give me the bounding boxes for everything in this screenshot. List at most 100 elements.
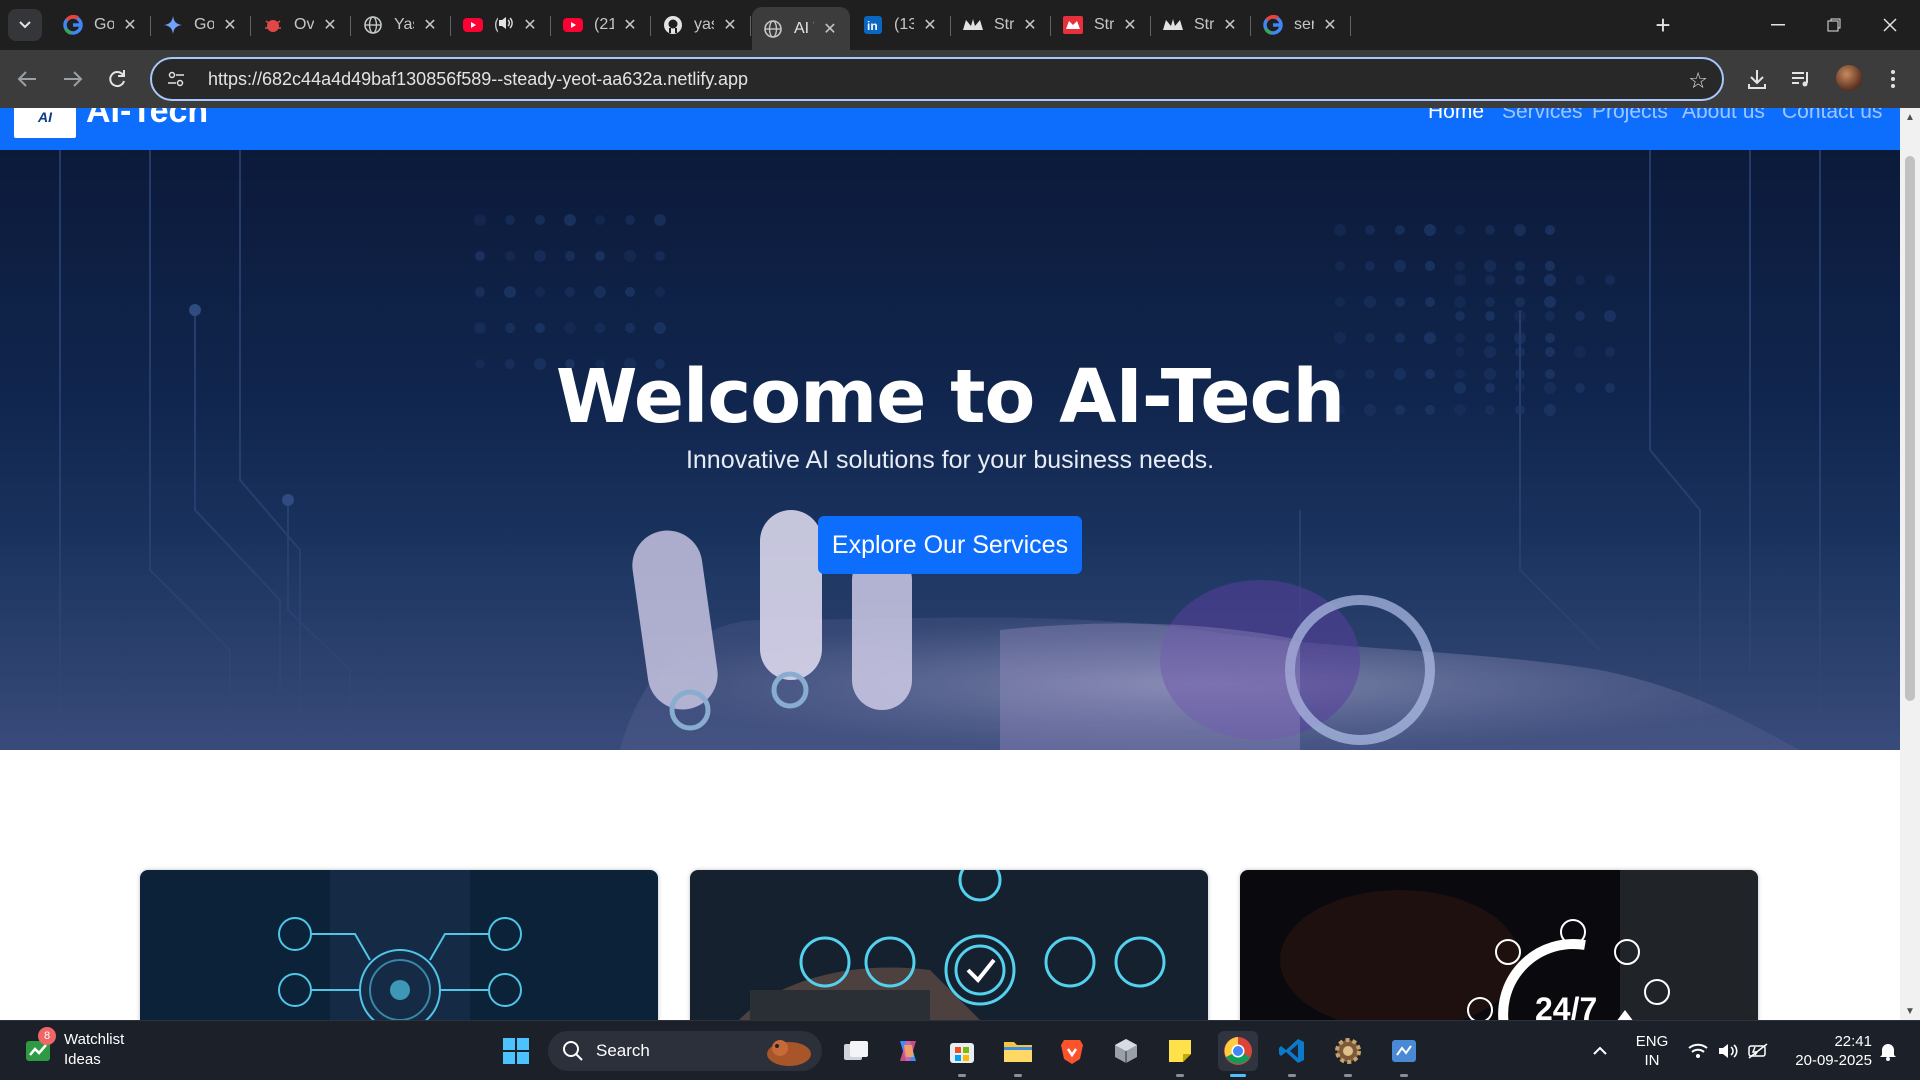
browser-tab[interactable]: senti ✕ — [1252, 7, 1351, 43]
nav-link-services[interactable]: Services — [1502, 108, 1583, 124]
nav-link-home[interactable]: Home — [1428, 108, 1484, 124]
browser-tab[interactable]: Goog ✕ — [152, 7, 251, 43]
browser-tab[interactable]: Over ✕ — [252, 7, 351, 43]
close-tab-icon[interactable]: ✕ — [720, 15, 740, 35]
chrome-icon — [1224, 1037, 1252, 1065]
close-tab-icon[interactable]: ✕ — [320, 15, 340, 35]
close-tab-icon[interactable]: ✕ — [420, 15, 440, 35]
close-tab-icon[interactable]: ✕ — [120, 15, 140, 35]
browser-tab[interactable]: yash ✕ — [652, 7, 751, 43]
taskbar-app-gear[interactable] — [1328, 1031, 1368, 1077]
forward-button[interactable] — [56, 62, 90, 96]
youtube-icon — [462, 14, 484, 36]
taskbar-unity[interactable] — [1106, 1031, 1146, 1071]
minimize-button[interactable] — [1750, 0, 1806, 50]
browser-tab[interactable]: Strea ✕ — [1152, 7, 1251, 43]
arrow-right-icon — [64, 71, 83, 87]
close-tab-icon[interactable]: ✕ — [1120, 15, 1140, 35]
explore-services-button[interactable]: Explore Our Services — [818, 516, 1082, 574]
close-tab-icon[interactable]: ✕ — [620, 15, 640, 35]
gemini-star-icon — [162, 14, 184, 36]
scroll-thumb[interactable] — [1905, 156, 1915, 701]
nav-link-contact[interactable]: Contact us — [1782, 108, 1882, 124]
address-bar[interactable]: https://682c44a4d49baf130856f589--steady… — [150, 57, 1724, 101]
media-control-icon[interactable] — [1786, 64, 1816, 94]
brave-lion-icon — [1061, 1040, 1083, 1064]
nav-link-projects[interactable]: Projects — [1592, 108, 1668, 124]
reload-button[interactable] — [100, 62, 134, 96]
card-image-ai — [140, 870, 658, 1020]
clock[interactable]: 22:41 20-09-2025 — [1780, 1032, 1872, 1070]
close-tab-icon[interactable]: ✕ — [820, 19, 840, 39]
page-scrollbar[interactable]: ▲ ▼ — [1900, 108, 1920, 1020]
menu-kebab-icon[interactable] — [1878, 64, 1908, 94]
clock-date: 20-09-2025 — [1795, 1052, 1872, 1069]
service-card-automation[interactable] — [690, 870, 1208, 1020]
close-tab-icon[interactable]: ✕ — [1020, 15, 1040, 35]
taskbar-brave[interactable] — [1052, 1031, 1092, 1071]
downloads-icon[interactable] — [1742, 64, 1772, 94]
new-tab-button[interactable]: + — [1648, 10, 1678, 40]
taskbar-chrome[interactable] — [1218, 1031, 1258, 1077]
chevron-down-icon — [19, 21, 31, 29]
close-tab-icon[interactable]: ✕ — [1220, 15, 1240, 35]
site-info-icon[interactable] — [164, 67, 188, 91]
bookmark-star-icon[interactable]: ☆ — [1688, 68, 1708, 94]
widget-badge: 8 — [38, 1027, 56, 1045]
taskbar-vscode[interactable] — [1272, 1031, 1312, 1077]
tab-title: senti — [1294, 16, 1314, 33]
close-window-button[interactable] — [1862, 0, 1918, 50]
google-g-icon — [62, 14, 84, 36]
logo-mark: AI — [38, 109, 52, 125]
tab-search-button[interactable] — [8, 9, 42, 41]
language-indicator[interactable]: ENG IN — [1630, 1032, 1674, 1070]
browser-tab[interactable]: Strea ✕ — [1052, 7, 1151, 43]
taskbar-copilot[interactable] — [888, 1031, 928, 1071]
youtube-icon — [562, 14, 584, 36]
browser-tab[interactable]: Yash ✕ — [352, 7, 451, 43]
audio-playing-icon[interactable] — [498, 16, 514, 35]
tray-overflow-chevron-icon[interactable] — [1582, 1033, 1618, 1069]
folder-icon — [1004, 1042, 1032, 1062]
taskbar-file-explorer[interactable] — [998, 1031, 1038, 1077]
close-tab-icon[interactable]: ✕ — [920, 15, 940, 35]
browser-tab[interactable]: Strea ✕ — [952, 7, 1051, 43]
taskbar-store[interactable] — [942, 1031, 982, 1077]
brand-logo[interactable]: AI — [14, 108, 76, 138]
scroll-up-arrow-icon[interactable]: ▲ — [1900, 108, 1920, 126]
scroll-down-arrow-icon[interactable]: ▼ — [1900, 1002, 1920, 1020]
close-tab-icon[interactable]: ✕ — [520, 15, 540, 35]
ide-icon — [1392, 1040, 1416, 1062]
close-tab-icon[interactable]: ✕ — [220, 15, 240, 35]
start-button[interactable] — [496, 1031, 536, 1071]
browser-tab[interactable]: in (13) / ✕ — [852, 7, 951, 43]
close-tab-icon[interactable]: ✕ — [1320, 15, 1340, 35]
service-card-ai[interactable] — [140, 870, 658, 1020]
browser-tab[interactable]: (211 ✕ — [552, 7, 651, 43]
taskbar-task-view[interactable] — [836, 1031, 876, 1071]
streamlit-crown-icon — [962, 14, 984, 36]
tab-strip: Goog✕Goog✕Over✕Yash✕(2✕(211✕yash✕AI TE✕i… — [0, 0, 1920, 50]
browser-tab[interactable]: AI TE ✕ — [752, 7, 850, 50]
search-label: Search — [596, 1041, 650, 1060]
back-button[interactable] — [10, 62, 44, 96]
profile-avatar[interactable] — [1836, 65, 1862, 91]
card-image-support: 24/7 — [1240, 870, 1758, 1020]
browser-tab[interactable]: (2✕ — [452, 7, 551, 43]
browser-tab[interactable]: Goog ✕ — [52, 7, 151, 43]
notification-bell-icon[interactable] — [1870, 1033, 1906, 1069]
battery-icon[interactable] — [1740, 1033, 1776, 1069]
nav-link-about[interactable]: About us — [1682, 108, 1765, 124]
service-card-support[interactable]: 24/7 — [1240, 870, 1758, 1020]
tab-title: (13) / — [894, 16, 914, 33]
widget-title: Watchlist — [64, 1031, 125, 1048]
tab-title: Over — [294, 16, 314, 33]
card-image-automation — [690, 870, 1208, 1020]
tab-title: Goog — [94, 16, 114, 33]
restore-button[interactable] — [1806, 0, 1862, 50]
taskbar-search-box[interactable]: Search — [548, 1031, 822, 1071]
taskbar-app-ide[interactable] — [1384, 1031, 1424, 1077]
language-region: IN — [1644, 1052, 1660, 1069]
brand-name[interactable]: AI-Tech — [86, 108, 208, 131]
taskbar-sticky-notes[interactable] — [1160, 1031, 1200, 1077]
